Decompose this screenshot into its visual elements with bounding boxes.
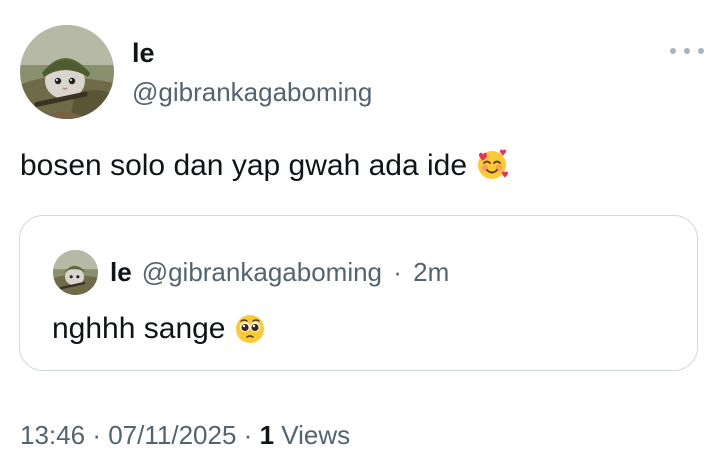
author-display-name[interactable]: le (132, 37, 155, 69)
footer-separator: · (92, 420, 101, 450)
quoted-tweet-text: nghhh sange (52, 309, 266, 355)
cat-soldier-avatar-icon (53, 250, 98, 295)
pleading-face-icon (234, 312, 266, 355)
views-count[interactable]: 1 (260, 420, 274, 450)
smiling-face-with-hearts-icon (475, 147, 509, 192)
cat-soldier-avatar-icon (20, 25, 114, 119)
more-options-icon-dot (698, 48, 704, 54)
quoted-handle[interactable]: @gibrankagaboming (142, 257, 382, 287)
quoted-tweet-header: le @gibrankagaboming · 2m (110, 256, 449, 288)
more-options-icon (670, 48, 676, 54)
tweet-card: le @gibrankagaboming bosen solo dan yap … (0, 0, 716, 476)
views-label[interactable]: Views (281, 420, 350, 450)
tweet-text-content: bosen solo dan yap gwah ada ide (20, 149, 468, 182)
footer-separator: · (243, 420, 253, 450)
tweet-text: bosen solo dan yap gwah ada ide (20, 146, 509, 192)
more-options-button[interactable] (670, 44, 704, 58)
more-options-icon-dot (684, 48, 690, 54)
quoted-display-name[interactable]: le (110, 257, 132, 287)
quoted-tweet[interactable]: le @gibrankagaboming · 2m nghhh sange (19, 215, 698, 371)
tweet-time[interactable]: 13:46 (20, 420, 85, 450)
quoted-text-content: nghhh sange (52, 312, 226, 345)
tweet-date[interactable]: 07/11/2025 (108, 420, 236, 450)
quoted-separator: · (393, 257, 402, 287)
tweet-footer: 13:46 · 07/11/2025 · 1 Views (20, 419, 350, 451)
quoted-avatar[interactable] (53, 250, 98, 295)
avatar[interactable] (20, 25, 114, 119)
quoted-age[interactable]: 2m (413, 257, 449, 287)
author-handle[interactable]: @gibrankagaboming (132, 76, 372, 108)
